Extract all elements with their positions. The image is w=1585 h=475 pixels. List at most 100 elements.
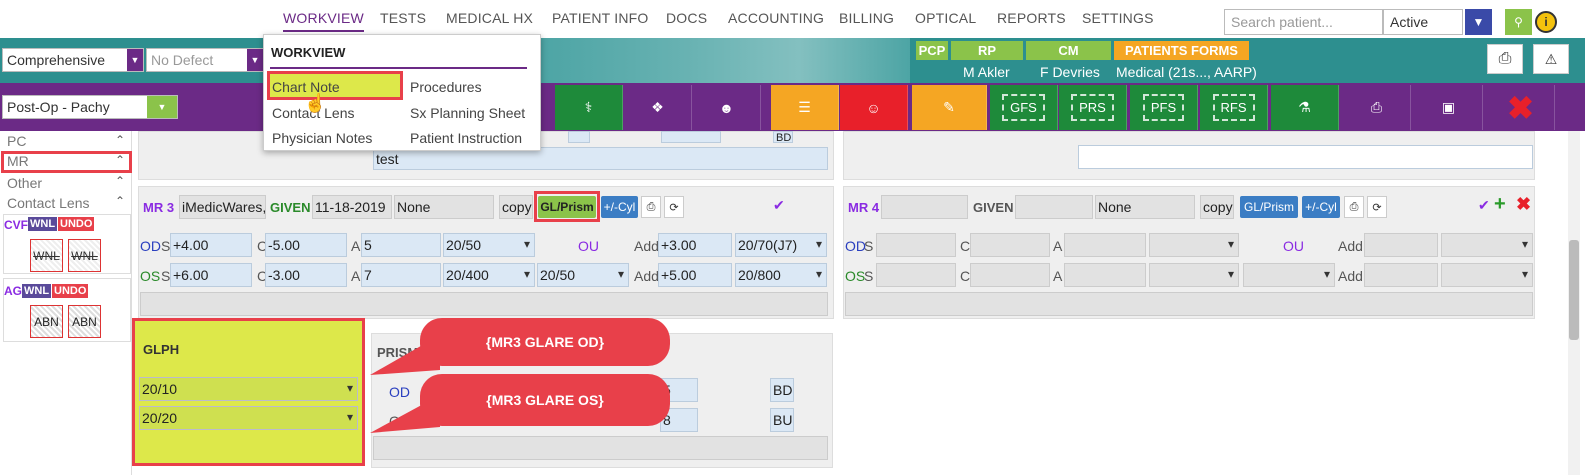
mr3-os-cyl[interactable]: -3.00 [265,263,347,287]
mr4-cyl-button[interactable]: +/-Cyl [1302,196,1340,218]
glph-od-select[interactable]: 20/10 [139,377,358,401]
gfs-button[interactable]: GFS [990,85,1058,130]
bd-field[interactable]: BD [773,131,793,144]
people-icon[interactable]: ⚗ [1271,85,1339,130]
mr3-od-cyl[interactable]: -5.00 [265,233,347,257]
menu-patient-instruction[interactable]: Patient Instruction [410,130,522,146]
mr4-os-va[interactable] [1149,263,1239,287]
wnl-button[interactable]: WNL [28,217,58,231]
head-book-icon[interactable]: ☰ [771,85,839,130]
nav-reports[interactable]: REPORTS [997,10,1066,26]
top-field[interactable] [568,131,590,143]
undo-button[interactable]: UNDO [52,284,89,298]
monitor-alert-icon[interactable]: ⚠ [1533,44,1569,74]
patient-forms-badge[interactable]: PATIENTS FORMS [1114,41,1249,60]
close-icon[interactable]: ✖ [1487,85,1555,130]
menu-procedures[interactable]: Procedures [410,79,482,95]
mr3-os-axis[interactable]: 7 [361,263,441,287]
mr3-cyl-button[interactable]: +/-Cyl [601,196,638,218]
mr4-od-sphere[interactable] [876,233,956,257]
top-field[interactable] [661,131,721,143]
wnl-os-box[interactable]: WNL [68,239,101,272]
mr4-os-add[interactable] [1364,263,1438,287]
mr4-glprism-button[interactable]: GL/Prism [1240,196,1298,218]
mr3-provider[interactable]: iMedicWares, [179,195,266,219]
nav-docs[interactable]: DOCS [666,10,707,26]
pcp-badge[interactable]: PCP [916,41,948,60]
mr3-os-va[interactable]: 20/400 [443,263,535,287]
nav-billing[interactable]: BILLING [839,10,894,26]
mr4-od-axis[interactable] [1064,233,1146,257]
cm-badge[interactable]: CM [1026,41,1111,60]
nav-workview[interactable]: WORKVIEW [283,10,364,32]
defect-select[interactable]: No Defect ▼ [146,48,264,72]
visit-type-select[interactable]: Post-Op - Pachy ▼ [2,95,178,119]
chevron-up-icon[interactable]: ⌃ [115,174,125,188]
chevron-up-icon[interactable]: ⌃ [115,194,125,208]
mr3-od-sphere[interactable]: +4.00 [170,233,252,257]
mr3-os-add[interactable]: +5.00 [658,263,732,287]
check-circle-icon[interactable]: ✔ [773,197,785,214]
nav-accounting[interactable]: ACCOUNTING [728,10,824,26]
nav-tests[interactable]: TESTS [380,10,426,26]
status-select[interactable]: Active [1383,9,1463,35]
mr3-od-near[interactable]: 20/70(J7) [735,233,827,257]
fax-icon[interactable]: ⎙ [1343,85,1411,130]
sidebar-item-pc[interactable]: PC [7,133,26,149]
pfs-button[interactable]: PFS [1130,85,1198,130]
mr4-copy-button[interactable]: copy [1200,195,1234,219]
abn-od-box[interactable]: ABN [30,305,63,338]
menu-physician-notes[interactable]: Physician Notes [272,130,372,146]
chevron-up-icon[interactable]: ⌃ [115,133,125,147]
prism-od-base[interactable]: BD [770,378,794,402]
mr4-os-axis[interactable] [1064,263,1146,287]
menu-sx-planning-sheet[interactable]: Sx Planning Sheet [410,105,525,121]
check-circle-icon[interactable]: ✔ [1478,197,1490,214]
mr4-os-cyl[interactable] [970,263,1050,287]
search-icon[interactable]: ⚲ [1505,9,1532,35]
prs-button[interactable]: PRS [1059,85,1127,130]
network-icon[interactable]: ❖ [624,85,692,130]
mr3-od-axis[interactable]: 5 [361,233,441,257]
close-icon[interactable]: ✖ [1516,194,1531,215]
mr3-date[interactable]: 11-18-2019 [312,195,392,219]
nav-settings[interactable]: SETTINGS [1082,10,1154,26]
mr4-od-add[interactable] [1364,233,1438,257]
mr4-od-va[interactable] [1149,233,1239,257]
consult-icon[interactable]: ☻ [693,85,761,130]
info-icon[interactable]: i [1535,11,1557,33]
top-right-textarea[interactable] [1078,145,1533,169]
wnl-od-box[interactable]: WNL [30,239,63,272]
nav-patient-info[interactable]: PATIENT INFO [552,10,649,26]
search-input[interactable]: Search patient... [1224,9,1383,35]
mr3-os-va2[interactable]: 20/50 [537,263,629,287]
nav-medical-hx[interactable]: MEDICAL HX [446,10,533,26]
screen-icon[interactable]: ▣ [1415,85,1483,130]
mr4-os-near[interactable] [1441,263,1533,287]
mr3-copy-button[interactable]: copy [499,195,533,219]
sidebar-item-contact-lens[interactable]: Contact Lens [7,195,90,211]
abn-os-box[interactable]: ABN [68,305,101,338]
mr3-os-sphere[interactable]: +6.00 [170,263,252,287]
mr4-comments[interactable] [845,292,1533,316]
mr4-od-cyl[interactable] [970,233,1050,257]
mr4-date[interactable] [1015,195,1093,219]
scalpel-icon[interactable]: ✎ [912,85,987,130]
sidebar-item-other[interactable]: Other [7,175,42,191]
print-icon[interactable]: ⎙ [1344,196,1364,218]
mr4-os-va2[interactable] [1243,263,1335,287]
printer-icon[interactable]: ⎙ [1487,44,1523,74]
wnl-button[interactable]: WNL [22,284,52,298]
add-icon[interactable]: + [1494,193,1506,216]
undo-button[interactable]: UNDO [58,217,95,231]
refresh-icon[interactable]: ⟳ [1367,196,1387,218]
mr4-od-near[interactable] [1441,233,1533,257]
face-icon[interactable]: ☺ [840,85,908,130]
print-icon[interactable]: ⎙ [641,196,661,218]
mr3-od-va[interactable]: 20/50 [443,233,535,257]
mr3-none[interactable]: None [394,195,494,219]
glph-os-select[interactable]: 20/20 [139,406,358,430]
mr3-os-near[interactable]: 20/800 [735,263,827,287]
mr3-od-add[interactable]: +3.00 [658,233,732,257]
refresh-icon[interactable]: ⟳ [664,196,684,218]
